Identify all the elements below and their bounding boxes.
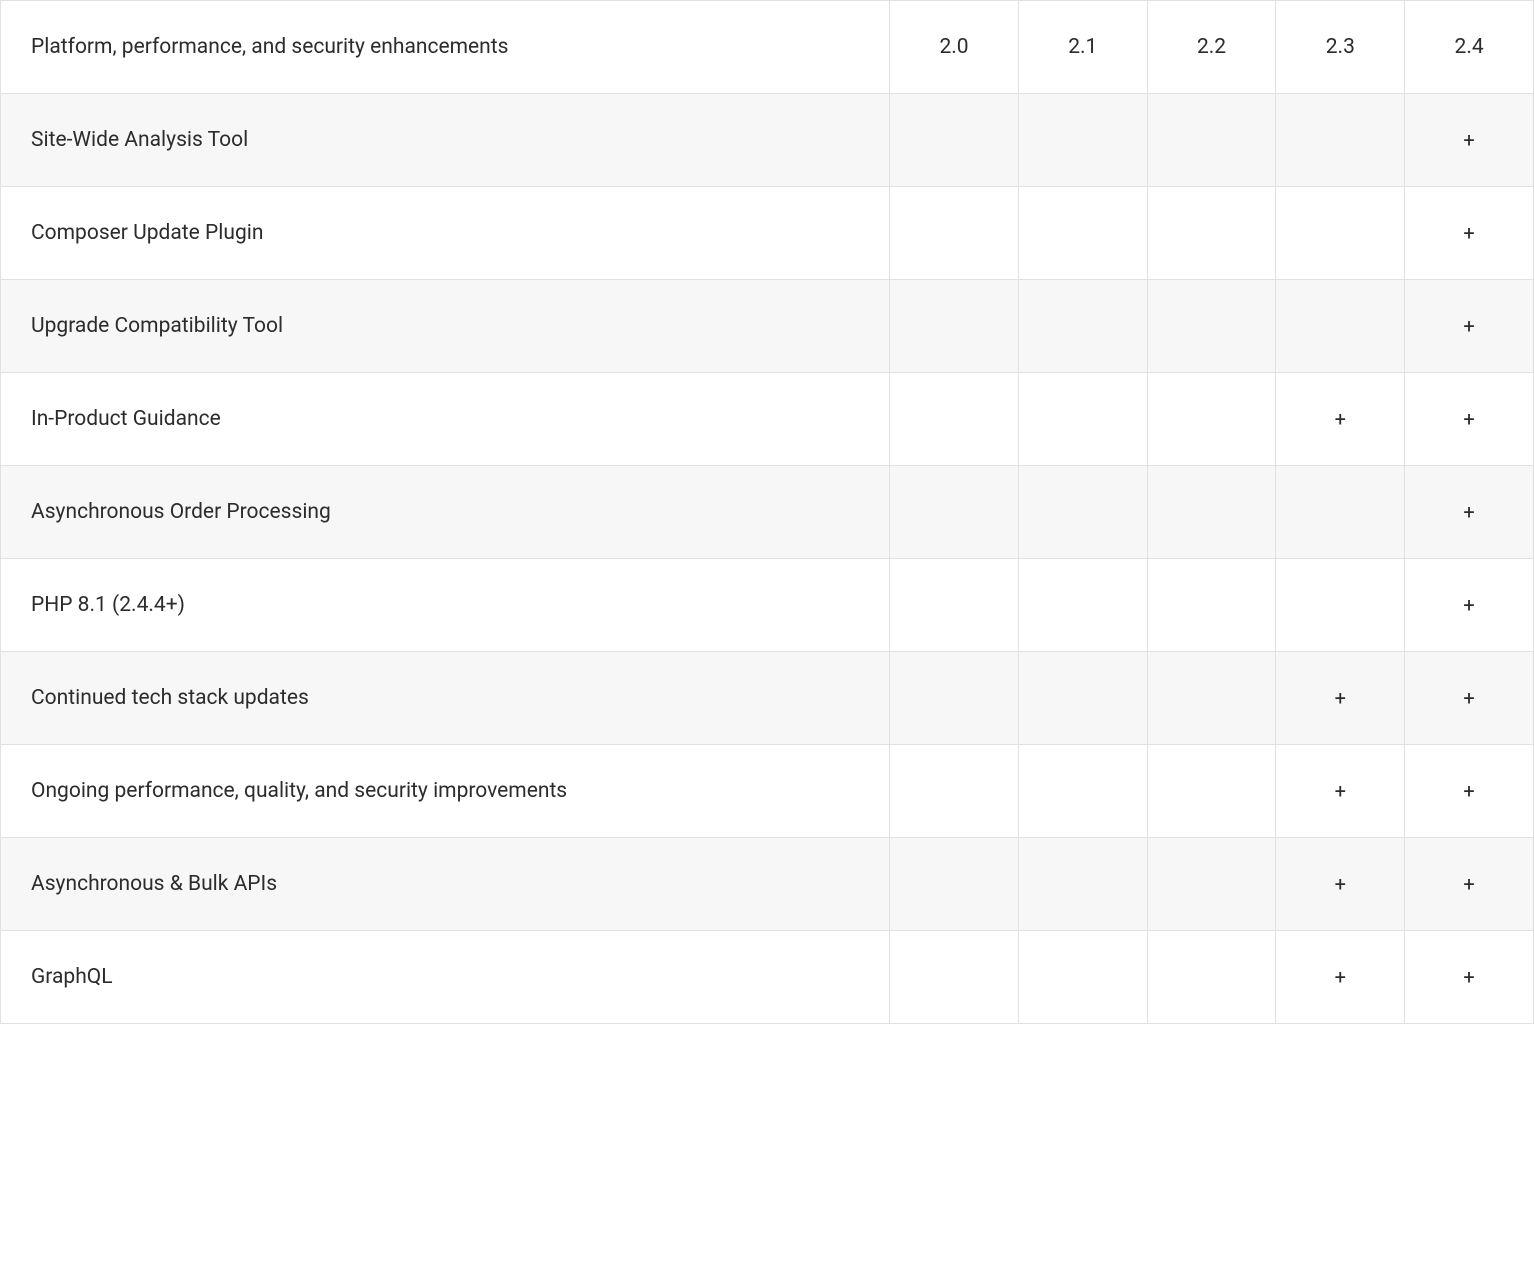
table-body: Site-Wide Analysis Tool + Composer Updat… <box>1 94 1534 1024</box>
feature-cell <box>890 280 1019 373</box>
feature-cell <box>1018 838 1147 931</box>
feature-label: GraphQL <box>1 931 890 1024</box>
feature-cell <box>1147 466 1276 559</box>
feature-cell <box>1018 466 1147 559</box>
feature-label: Asynchronous & Bulk APIs <box>1 838 890 931</box>
feature-cell <box>1018 652 1147 745</box>
table-row: Upgrade Compatibility Tool + <box>1 280 1534 373</box>
header-version-2: 2.2 <box>1147 1 1276 94</box>
table-row: Site-Wide Analysis Tool + <box>1 94 1534 187</box>
feature-cell <box>890 466 1019 559</box>
feature-cell <box>890 931 1019 1024</box>
feature-version-table: Platform, performance, and security enha… <box>0 0 1534 1024</box>
feature-label: Upgrade Compatibility Tool <box>1 280 890 373</box>
feature-cell <box>1147 373 1276 466</box>
feature-cell <box>1018 187 1147 280</box>
table: Platform, performance, and security enha… <box>0 0 1534 1024</box>
table-header-row: Platform, performance, and security enha… <box>1 1 1534 94</box>
header-version-1: 2.1 <box>1018 1 1147 94</box>
feature-cell: + <box>1405 466 1534 559</box>
feature-cell: + <box>1276 931 1405 1024</box>
feature-cell <box>1147 931 1276 1024</box>
feature-cell <box>890 187 1019 280</box>
feature-cell <box>1147 187 1276 280</box>
feature-label: Composer Update Plugin <box>1 187 890 280</box>
feature-label: In-Product Guidance <box>1 373 890 466</box>
header-version-3: 2.3 <box>1276 1 1405 94</box>
feature-cell <box>890 745 1019 838</box>
feature-cell: + <box>1405 280 1534 373</box>
header-version-0: 2.0 <box>890 1 1019 94</box>
table-row: Composer Update Plugin + <box>1 187 1534 280</box>
feature-label: Asynchronous Order Processing <box>1 466 890 559</box>
feature-cell <box>1018 94 1147 187</box>
feature-cell <box>890 652 1019 745</box>
feature-cell <box>1147 838 1276 931</box>
feature-cell <box>1018 931 1147 1024</box>
feature-cell <box>1147 745 1276 838</box>
header-version-4: 2.4 <box>1405 1 1534 94</box>
feature-cell: + <box>1276 838 1405 931</box>
feature-cell <box>1018 559 1147 652</box>
feature-cell: + <box>1276 652 1405 745</box>
table-row: Ongoing performance, quality, and securi… <box>1 745 1534 838</box>
feature-cell <box>890 838 1019 931</box>
feature-cell: + <box>1405 373 1534 466</box>
feature-cell: + <box>1405 838 1534 931</box>
feature-cell <box>1018 745 1147 838</box>
feature-label: PHP 8.1 (2.4.4+) <box>1 559 890 652</box>
feature-cell <box>1276 559 1405 652</box>
feature-cell <box>890 559 1019 652</box>
feature-cell <box>890 94 1019 187</box>
feature-cell: + <box>1405 931 1534 1024</box>
feature-cell <box>1276 466 1405 559</box>
table-row: Asynchronous & Bulk APIs + + <box>1 838 1534 931</box>
feature-cell: + <box>1405 652 1534 745</box>
feature-cell <box>890 373 1019 466</box>
feature-cell: + <box>1405 559 1534 652</box>
feature-label: Site-Wide Analysis Tool <box>1 94 890 187</box>
feature-cell: + <box>1276 373 1405 466</box>
feature-cell: + <box>1405 94 1534 187</box>
feature-label: Continued tech stack updates <box>1 652 890 745</box>
feature-cell: + <box>1405 745 1534 838</box>
feature-cell <box>1018 373 1147 466</box>
feature-label: Ongoing performance, quality, and securi… <box>1 745 890 838</box>
feature-cell <box>1018 280 1147 373</box>
feature-cell: + <box>1405 187 1534 280</box>
feature-cell <box>1147 94 1276 187</box>
feature-cell <box>1276 280 1405 373</box>
header-title: Platform, performance, and security enha… <box>1 1 890 94</box>
feature-cell <box>1147 652 1276 745</box>
feature-cell <box>1147 280 1276 373</box>
feature-cell <box>1276 94 1405 187</box>
table-row: Continued tech stack updates + + <box>1 652 1534 745</box>
feature-cell <box>1276 187 1405 280</box>
table-row: PHP 8.1 (2.4.4+) + <box>1 559 1534 652</box>
table-row: GraphQL + + <box>1 931 1534 1024</box>
feature-cell <box>1147 559 1276 652</box>
table-row: Asynchronous Order Processing + <box>1 466 1534 559</box>
table-row: In-Product Guidance + + <box>1 373 1534 466</box>
feature-cell: + <box>1276 745 1405 838</box>
